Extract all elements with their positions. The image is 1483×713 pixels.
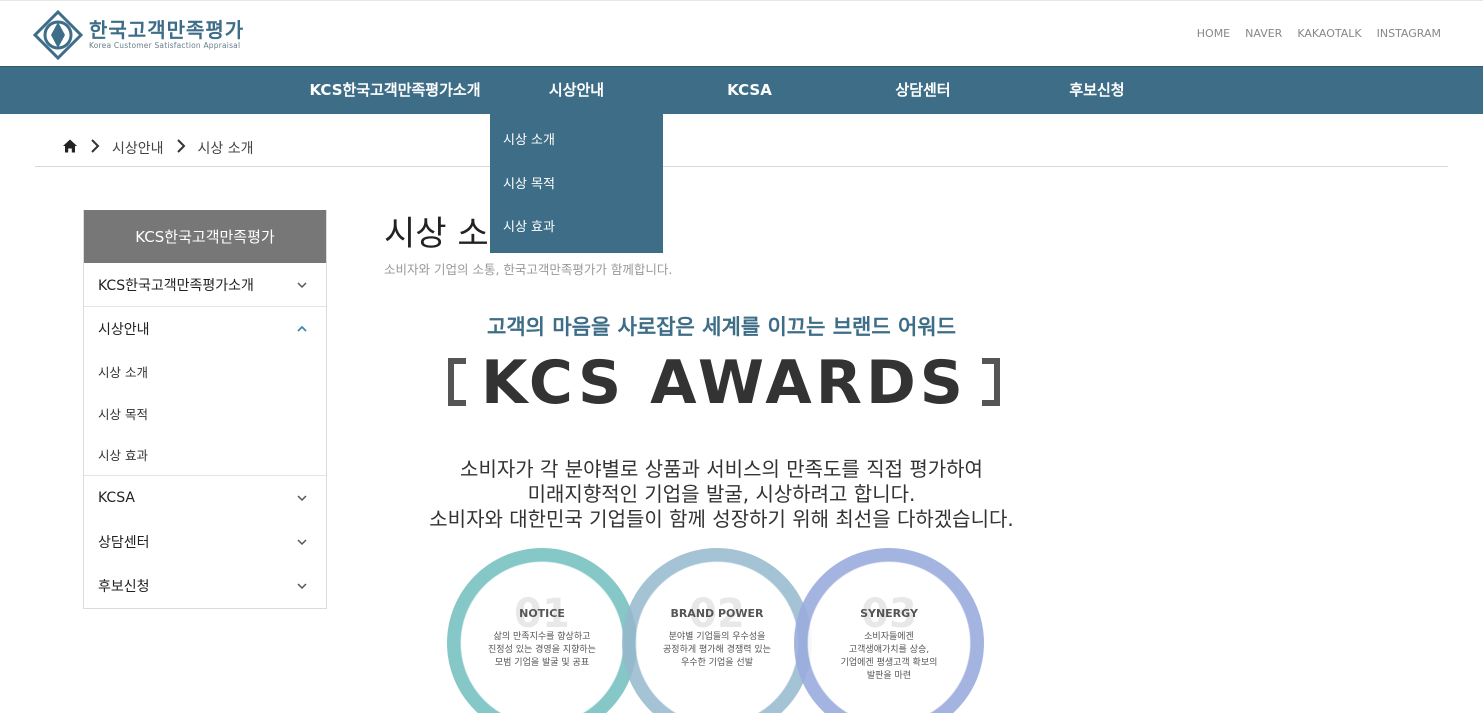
nav-item-consult[interactable]: 상담센터 bbox=[836, 67, 1010, 115]
chevron-down-icon bbox=[297, 582, 307, 589]
util-link-home[interactable]: HOME bbox=[1197, 27, 1230, 40]
circle-text-line: 분야별 기업들의 우수성을 bbox=[668, 632, 766, 642]
circle-text-line: 공정하게 평가해 경쟁력 있는 bbox=[663, 645, 771, 655]
circle-text: 분야별 기업들의 우수성을 공정하게 평가해 경쟁력 있는 우수한 기업을 선발 bbox=[661, 631, 773, 670]
nav-item-kcsa[interactable]: KCSA bbox=[663, 67, 836, 115]
breadcrumb-awards[interactable]: 시상안내 bbox=[112, 138, 164, 158]
breadcrumb-current[interactable]: 시상 소개 bbox=[198, 138, 254, 158]
dropdown-item-purpose[interactable]: 시상 목적 bbox=[490, 168, 663, 212]
hero-subtitle: 고객의 마음을 사로잡은 세계를 이끄는 브랜드 어워드 bbox=[487, 315, 956, 339]
dropdown-item-effect[interactable]: 시상 효과 bbox=[490, 211, 663, 255]
sidebar-subitem-purpose[interactable]: 시상 목적 bbox=[84, 393, 326, 435]
circle-title: NOTICE bbox=[519, 607, 565, 620]
circle-text-line: 진정성 있는 경영을 지향하는 bbox=[488, 645, 596, 655]
nav-item-apply[interactable]: 후보신청 bbox=[1010, 67, 1184, 115]
sidebar-item-label: 후보신청 bbox=[98, 578, 150, 595]
logo-title: 한국고객만족평가 bbox=[89, 18, 245, 42]
page-subtitle: 소비자와 기업의 소통, 한국고객만족평가가 함께합니다. bbox=[384, 262, 673, 277]
circle-text: 삶의 만족지수를 향상하고 진정성 있는 경영을 지향하는 모범 기업을 발굴 … bbox=[486, 631, 598, 670]
hero-title-block: KCS AWARDS bbox=[444, 348, 1004, 418]
description-line: 소비자와 대한민국 기업들이 함께 성장하기 위해 최선을 다하겠습니다. bbox=[429, 507, 1014, 531]
nav-item-awards[interactable]: 시상안내 bbox=[490, 67, 663, 115]
circle-text: 소비자들에겐 고객생애가치를 상승, 기업에겐 평생고객 확보의 발판을 마련 bbox=[833, 631, 945, 683]
description-line: 소비자가 각 분야별로 상품과 서비스의 만족도를 직접 평가하여 bbox=[460, 457, 983, 481]
circle-text-line: 기업에겐 평생고객 확보의 bbox=[840, 658, 938, 668]
circle-text-line: 소비자들에겐 bbox=[864, 632, 914, 642]
hero-description: 소비자가 각 분야별로 상품과 서비스의 만족도를 직접 평가하여 미래지향적인… bbox=[0, 457, 1458, 532]
right-bracket bbox=[982, 358, 1000, 406]
logo-mark-icon bbox=[32, 9, 84, 61]
site-logo[interactable]: 한국고객만족평가 Korea Customer Satisfaction App… bbox=[32, 9, 245, 61]
circle-text-line: 고객생애가치를 상승, bbox=[848, 645, 930, 655]
circle-notice: 01 NOTICE 삶의 만족지수를 향상하고 진정성 있는 경영을 지향하는 … bbox=[480, 583, 604, 707]
breadcrumb: 시상안내 시상 소개 bbox=[62, 138, 254, 158]
hero-title: KCS AWARDS bbox=[481, 348, 967, 418]
chevron-right-icon bbox=[176, 139, 186, 157]
logo-subtitle: Korea Customer Satisfaction Appraisal bbox=[89, 41, 241, 50]
chevron-down-icon bbox=[297, 538, 307, 545]
sidebar: KCS한국고객만족평가 KCS한국고객만족평가소개 시상안내 시상 소개 시상 … bbox=[83, 210, 327, 609]
circle-text-line: 삶의 만족지수를 향상하고 bbox=[493, 632, 591, 642]
breadcrumb-divider bbox=[35, 166, 1448, 167]
circle-brand-power: 02 BRAND POWER 분야별 기업들의 우수성을 공정하게 평가해 경쟁… bbox=[655, 583, 779, 707]
description-line: 미래지향적인 기업을 발굴, 시상하려고 합니다. bbox=[527, 482, 916, 506]
utility-links: HOME NAVER KAKAOTALK INSTAGRAM bbox=[1197, 27, 1441, 40]
circle-title: BRAND POWER bbox=[670, 607, 764, 620]
chevron-down-icon bbox=[297, 281, 307, 288]
dropdown-item-intro[interactable]: 시상 소개 bbox=[490, 124, 663, 168]
chevron-right-icon bbox=[90, 139, 100, 157]
circle-text-line: 모범 기업을 발굴 및 공표 bbox=[494, 658, 590, 668]
sidebar-item-apply[interactable]: 후보신청 bbox=[84, 564, 326, 608]
top-header: 한국고객만족평가 Korea Customer Satisfaction App… bbox=[0, 0, 1483, 66]
util-link-kakaotalk[interactable]: KAKAOTALK bbox=[1297, 27, 1361, 40]
circle-text-line: 우수한 기업을 선발 bbox=[681, 658, 753, 668]
circle-title: SYNERGY bbox=[860, 607, 918, 620]
sidebar-item-kcs-intro[interactable]: KCS한국고객만족평가소개 bbox=[84, 263, 326, 307]
sidebar-item-label: KCS한국고객만족평가소개 bbox=[98, 277, 254, 294]
circle-synergy: 03 SYNERGY 소비자들에겐 고객생애가치를 상승, 기업에겐 평생고객 … bbox=[827, 583, 951, 707]
main-nav: KCS한국고객만족평가소개 시상안내 KCSA 상담센터 후보신청 bbox=[0, 66, 1483, 114]
sidebar-subitem-intro[interactable]: 시상 소개 bbox=[84, 351, 326, 393]
util-link-naver[interactable]: NAVER bbox=[1245, 27, 1282, 40]
nav-dropdown-awards: 시상 소개 시상 목적 시상 효과 bbox=[490, 114, 663, 253]
nav-item-kcs-intro[interactable]: KCS한국고객만족평가소개 bbox=[300, 67, 490, 115]
sidebar-item-label: 상담센터 bbox=[98, 534, 150, 551]
sidebar-header: KCS한국고객만족평가 bbox=[84, 210, 326, 263]
awards-circles: 01 NOTICE 삶의 만족지수를 향상하고 진정성 있는 경영을 지향하는 … bbox=[445, 548, 990, 713]
home-icon[interactable] bbox=[62, 138, 78, 158]
circle-text-line: 발판을 마련 bbox=[866, 671, 912, 681]
util-link-instagram[interactable]: INSTAGRAM bbox=[1377, 27, 1441, 40]
